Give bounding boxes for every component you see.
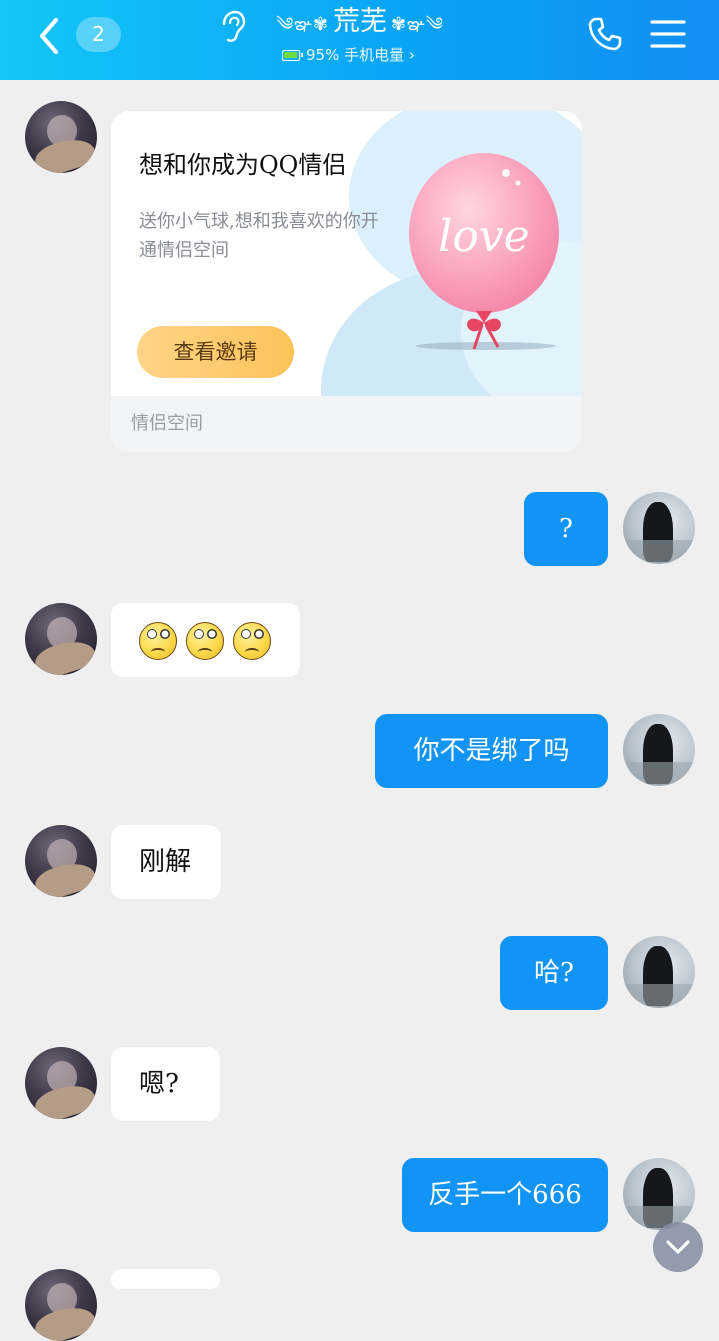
title-right-decoration: ✾ఞ༄ (391, 14, 444, 35)
menu-icon[interactable] (650, 18, 686, 50)
message-bubble-incoming[interactable]: 嗯? (111, 1047, 220, 1121)
balloon-image: love (409, 153, 559, 350)
my-avatar[interactable] (623, 492, 695, 564)
message-bubble-outgoing[interactable]: 你不是绑了吗 (375, 714, 608, 788)
contact-name: 荒芜 (333, 6, 387, 37)
back-button[interactable] (32, 14, 72, 58)
card-description: 送你小气球,想和我喜欢的你开通情侣空间 (139, 211, 379, 261)
roll-eyes-emoji-icon (139, 622, 177, 660)
message-bubble-incoming[interactable]: 刚解 (111, 825, 221, 899)
roll-eyes-emoji-icon (186, 622, 224, 660)
contact-avatar[interactable] (25, 603, 97, 675)
my-avatar[interactable] (623, 1158, 695, 1230)
balloon-text: love (438, 211, 529, 262)
message-bubble-outgoing[interactable]: 哈? (500, 936, 608, 1010)
chat-header: 2 ༄ఞ✾ 荒芜 ✾ఞ༄ 95% 手机电量 › (0, 0, 719, 80)
my-avatar[interactable] (623, 714, 695, 786)
unread-badge[interactable]: 2 (76, 17, 121, 52)
contact-avatar[interactable] (25, 1047, 97, 1119)
card-source-label: 情侣空间 (131, 413, 203, 434)
card-body: 想和你成为QQ情侣 送你小气球,想和我喜欢的你开通情侣空间 查看邀请 love (111, 111, 582, 396)
battery-status-text: 95% 手机电量 › (306, 46, 415, 64)
battery-status[interactable]: 95% 手机电量 › (282, 43, 415, 67)
card-title: 想和你成为QQ情侣 (139, 151, 347, 179)
battery-icon (282, 50, 303, 61)
roll-eyes-emoji-icon (233, 622, 271, 660)
chevron-left-icon (40, 18, 58, 54)
chevron-down-icon (666, 1240, 690, 1254)
message-bubble-incoming[interactable] (111, 603, 300, 677)
contact-avatar[interactable] (25, 825, 97, 897)
message-bubble-outgoing[interactable]: ? (524, 492, 608, 566)
phone-icon[interactable] (587, 16, 623, 52)
contact-avatar[interactable] (25, 1269, 97, 1341)
chat-title: ༄ఞ✾ 荒芜 ✾ఞ༄ (250, 2, 470, 46)
contact-avatar[interactable] (25, 101, 97, 173)
message-bubble-incoming[interactable] (111, 1269, 220, 1289)
ear-icon[interactable] (218, 10, 246, 44)
scroll-to-bottom-button[interactable] (653, 1222, 703, 1272)
message-bubble-outgoing[interactable]: 反手一个666 (402, 1158, 608, 1232)
my-avatar[interactable] (623, 936, 695, 1008)
title-left-decoration: ༄ఞ✾ (276, 14, 329, 35)
couple-space-invite-card[interactable]: 想和你成为QQ情侣 送你小气球,想和我喜欢的你开通情侣空间 查看邀请 love … (111, 111, 582, 452)
view-invitation-button[interactable]: 查看邀请 (137, 326, 294, 378)
